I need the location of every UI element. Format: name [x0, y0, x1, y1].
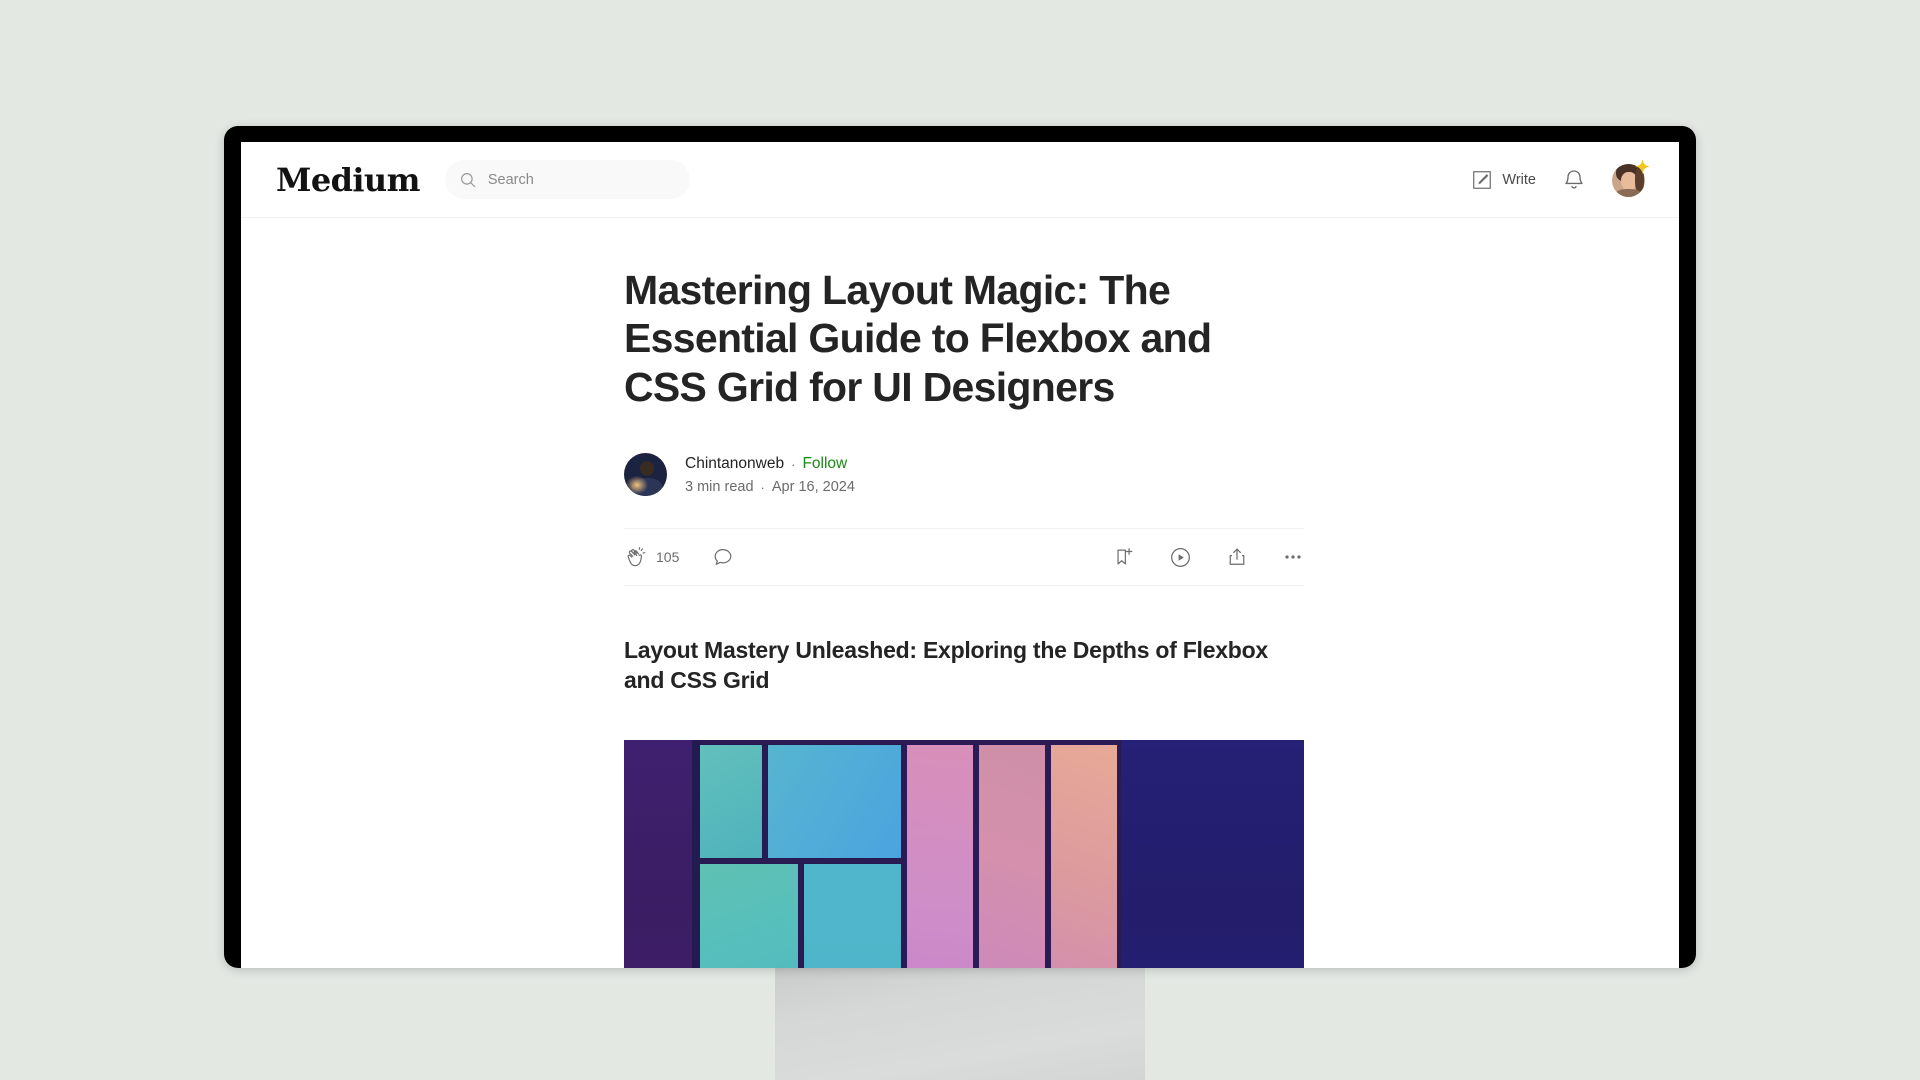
- byline-separator-1: ·: [791, 456, 796, 472]
- comment-bubble-icon: [712, 546, 734, 568]
- author-byline: Chintanonweb · Follow 3 min read · Apr 1…: [624, 453, 1304, 497]
- site-header: Medium Search Write: [241, 142, 1679, 218]
- avatar-body: [1615, 188, 1642, 197]
- author-avatar-glow: [626, 476, 648, 495]
- read-time: 3 min read: [685, 479, 754, 496]
- hero-block-gutter-left: [692, 739, 699, 968]
- bookmark-add-icon: [1113, 546, 1135, 568]
- bookmark-button[interactable]: [1113, 546, 1135, 568]
- clap-icon: [624, 546, 647, 569]
- engagement-toolbar: 105: [624, 528, 1304, 587]
- clap-count: 105: [656, 549, 680, 566]
- grid-layout-illustration: [624, 739, 1304, 968]
- monitor-stand: [775, 968, 1145, 1080]
- search-bar[interactable]: [444, 160, 690, 199]
- clap-button[interactable]: 105: [624, 546, 679, 569]
- notification-bell-button[interactable]: [1562, 168, 1586, 192]
- publish-date: Apr 16, 2024: [771, 479, 855, 496]
- desktop-scene: Medium Search Write Mastering Layout Mag…: [0, 0, 1920, 1080]
- author-avatar[interactable]: [624, 453, 667, 497]
- hero-block-left-purple: [624, 739, 692, 968]
- notification-bell-icon: [1562, 168, 1586, 192]
- hero-block-blue-wide: [767, 743, 902, 859]
- monitor-bezel: Medium Search Write Mastering Layout Mag…: [224, 126, 1696, 968]
- article-column: Mastering Layout Magic: The Essential Gu…: [624, 266, 1304, 968]
- engagement-left-group: 105: [624, 546, 734, 569]
- byline-secondary: 3 min read · Apr 16, 2024: [685, 479, 855, 495]
- hero-block-teal-tall: [803, 862, 902, 968]
- search-input[interactable]: [487, 171, 658, 188]
- engagement-right-group: [1113, 546, 1304, 569]
- byline-separator-2: ·: [760, 479, 765, 495]
- author-avatar-head: [640, 461, 654, 477]
- hero-block-pink-2: [978, 743, 1046, 968]
- article-subheading: Layout Mastery Unleashed: Exploring the …: [624, 637, 1268, 694]
- hero-block-right-navy: [1121, 739, 1304, 968]
- play-circle-icon: [1169, 546, 1192, 569]
- comment-button[interactable]: [712, 546, 734, 568]
- article-container: Mastering Layout Magic: The Essential Gu…: [241, 218, 1679, 968]
- share-button[interactable]: [1226, 546, 1248, 568]
- medium-logo[interactable]: Medium: [276, 164, 420, 196]
- monitor-screen: Medium Search Write Mastering Layout Mag…: [241, 142, 1679, 968]
- write-label: Write: [1502, 172, 1536, 188]
- listen-button[interactable]: [1169, 546, 1192, 569]
- byline-text: Chintanonweb · Follow 3 min read · Apr 1…: [685, 454, 855, 495]
- search-icon: [459, 171, 477, 189]
- article-title: Mastering Layout Magic: The Essential Gu…: [624, 267, 1212, 410]
- more-options-button[interactable]: [1282, 546, 1304, 568]
- hero-block-pink-1: [906, 743, 974, 968]
- ellipsis-icon: [1282, 546, 1304, 568]
- header-actions: Write: [1471, 142, 1650, 218]
- share-icon: [1226, 546, 1248, 568]
- user-avatar-button[interactable]: [1612, 158, 1650, 197]
- compose-pencil-icon: [1471, 169, 1493, 191]
- byline-primary: Chintanonweb · Follow: [685, 454, 855, 475]
- hero-block-teal-a: [699, 743, 763, 859]
- write-button[interactable]: Write: [1471, 169, 1536, 191]
- hero-block-green-wide: [699, 862, 799, 968]
- follow-button[interactable]: Follow: [802, 454, 847, 475]
- author-name[interactable]: Chintanonweb: [685, 454, 784, 475]
- sparkle-star-icon: [1635, 158, 1650, 174]
- hero-block-salmon: [1050, 743, 1118, 968]
